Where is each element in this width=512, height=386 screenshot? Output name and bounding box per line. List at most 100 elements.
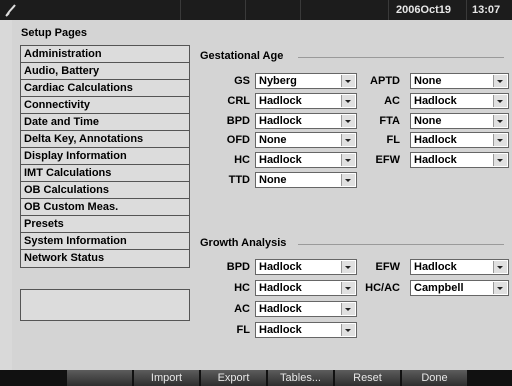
select-hc[interactable]: Hadlock	[255, 280, 357, 296]
status-divider	[466, 0, 467, 20]
select-hc-ac[interactable]: Campbell	[410, 280, 509, 296]
select-value: None	[259, 134, 287, 147]
menu-item-date-and-time[interactable]: Date and Time	[21, 114, 189, 131]
select-value: Hadlock	[259, 282, 302, 294]
field-label-hc: HC	[234, 154, 250, 167]
chevron-down-icon[interactable]	[493, 261, 507, 273]
select-bpd[interactable]: Hadlock	[255, 112, 357, 129]
field-label-fl: FL	[386, 134, 400, 147]
select-fl[interactable]: Hadlock	[255, 322, 357, 338]
menu-item-delta-key-annotations[interactable]: Delta Key, Annotations	[21, 131, 189, 148]
menu-item-connectivity[interactable]: Connectivity	[21, 97, 189, 114]
field-label-aptd: APTD	[370, 75, 400, 87]
field-label-fta: FTA	[379, 114, 400, 127]
gestational-age-title: Gestational Age	[200, 50, 284, 62]
chevron-down-icon[interactable]	[341, 75, 355, 87]
menu-item-cardiac-calculations[interactable]: Cardiac Calculations	[21, 80, 189, 97]
status-time: 13:07	[472, 4, 501, 16]
select-value: Hadlock	[259, 94, 302, 107]
menu-item-administration[interactable]: Administration	[21, 46, 189, 63]
menu-item-ob-calculations[interactable]: OB Calculations	[21, 182, 189, 199]
select-value: None	[259, 174, 287, 186]
select-value: Hadlock	[259, 324, 302, 336]
menu-item-display-information[interactable]: Display Information	[21, 148, 189, 165]
select-hc[interactable]: Hadlock	[255, 152, 357, 169]
select-value: Hadlock	[414, 261, 457, 273]
field-label-fl: FL	[236, 324, 250, 336]
chevron-down-icon[interactable]	[493, 282, 507, 294]
status-divider	[300, 0, 301, 20]
field-label-efw: EFW	[375, 261, 400, 273]
chevron-down-icon[interactable]	[341, 134, 355, 147]
probe-icon	[5, 4, 16, 17]
select-value: Hadlock	[259, 154, 302, 167]
select-aptd[interactable]: None	[410, 73, 509, 89]
select-fta[interactable]: None	[410, 112, 509, 129]
menu-item-imt-calculations[interactable]: IMT Calculations	[21, 165, 189, 182]
select-value: None	[414, 75, 442, 87]
softkey-export[interactable]: Export	[201, 370, 267, 386]
select-value: Hadlock	[259, 303, 302, 315]
select-value: Hadlock	[414, 94, 457, 107]
page-title: Setup Pages	[21, 27, 88, 39]
menu-item-audio-battery[interactable]: Audio, Battery	[21, 63, 189, 80]
select-ofd[interactable]: None	[255, 132, 357, 149]
menu-item-system-information[interactable]: System Information	[21, 233, 189, 250]
menu-item-network-status[interactable]: Network Status	[21, 250, 189, 267]
softkey-import[interactable]: Import	[134, 370, 200, 386]
select-efw[interactable]: Hadlock	[410, 259, 509, 275]
setup-menu: Administration Audio, Battery Cardiac Calc…	[20, 45, 190, 268]
chevron-down-icon[interactable]	[341, 154, 355, 167]
field-label-hc-ac: HC/AC	[365, 282, 400, 294]
select-value: Hadlock	[414, 154, 457, 167]
select-value: Hadlock	[259, 261, 302, 273]
chevron-down-icon[interactable]	[493, 94, 507, 107]
chevron-down-icon[interactable]	[341, 174, 355, 186]
select-ac[interactable]: Hadlock	[410, 92, 509, 109]
chevron-down-icon[interactable]	[341, 114, 355, 127]
field-label-crl: CRL	[227, 94, 250, 107]
select-value: Hadlock	[259, 114, 302, 127]
softkey-blank[interactable]	[67, 370, 133, 386]
growth-analysis-title: Growth Analysis	[200, 237, 287, 249]
field-label-hc: HC	[234, 282, 250, 294]
chevron-down-icon[interactable]	[493, 114, 507, 127]
chevron-down-icon[interactable]	[493, 75, 507, 87]
status-divider	[388, 0, 389, 20]
select-efw[interactable]: Hadlock	[410, 152, 509, 169]
field-label-ac: AC	[384, 94, 400, 107]
select-value: Hadlock	[414, 134, 457, 147]
chevron-down-icon[interactable]	[341, 324, 355, 336]
chevron-down-icon[interactable]	[493, 134, 507, 147]
status-divider	[245, 0, 246, 20]
field-label-ac: AC	[234, 303, 250, 315]
chevron-down-icon[interactable]	[493, 154, 507, 167]
softkey-tables[interactable]: Tables...	[268, 370, 334, 386]
status-date: 2006Oct19	[396, 4, 452, 16]
select-crl[interactable]: Hadlock	[255, 92, 357, 109]
field-label-ttd: TTD	[228, 174, 250, 186]
section-divider	[298, 57, 504, 58]
softkey-done[interactable]: Done	[402, 370, 468, 386]
menu-item-presets[interactable]: Presets	[21, 216, 189, 233]
chevron-down-icon[interactable]	[341, 94, 355, 107]
field-label-bpd: BPD	[226, 261, 250, 273]
setup-menu-empty	[20, 289, 190, 321]
select-value: None	[414, 114, 442, 127]
field-label-bpd: BPD	[226, 114, 250, 127]
section-divider	[298, 244, 504, 245]
chevron-down-icon[interactable]	[341, 303, 355, 315]
status-divider	[180, 0, 181, 20]
select-fl[interactable]: Hadlock	[410, 132, 509, 149]
chevron-down-icon[interactable]	[341, 282, 355, 294]
select-value: Nyberg	[259, 75, 297, 87]
softkey-reset[interactable]: Reset	[335, 370, 401, 386]
menu-item-ob-custom-meas[interactable]: OB Custom Meas.	[21, 199, 189, 216]
select-ac[interactable]: Hadlock	[255, 301, 357, 317]
field-label-efw: EFW	[375, 154, 400, 167]
chevron-down-icon[interactable]	[341, 261, 355, 273]
select-ttd[interactable]: None	[255, 172, 357, 188]
select-bpd[interactable]: Hadlock	[255, 259, 357, 275]
select-gs[interactable]: Nyberg	[255, 73, 357, 89]
status-bar: 2006Oct19 13:07	[0, 0, 512, 20]
